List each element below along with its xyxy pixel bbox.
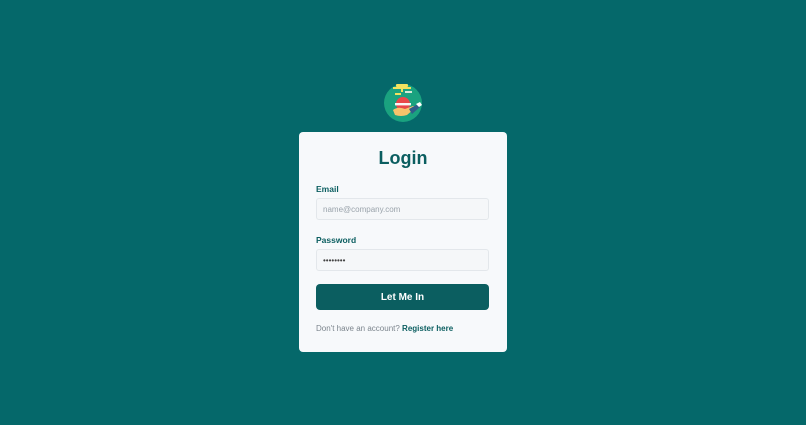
password-field[interactable]: [316, 249, 489, 271]
register-prompt-text: Don't have an account?: [316, 324, 400, 333]
register-link[interactable]: Register here: [402, 324, 453, 333]
login-button[interactable]: Let Me In: [316, 284, 489, 310]
email-label: Email: [316, 184, 339, 194]
login-card: Login Email Password Let Me In Don't hav…: [299, 132, 507, 352]
app-logo-icon: [383, 82, 425, 124]
email-field[interactable]: [316, 198, 489, 220]
password-label: Password: [316, 235, 357, 245]
login-page: Login Email Password Let Me In Don't hav…: [0, 0, 806, 425]
page-title: Login: [378, 148, 428, 168]
register-prompt: Don't have an account? Register here: [316, 324, 453, 333]
